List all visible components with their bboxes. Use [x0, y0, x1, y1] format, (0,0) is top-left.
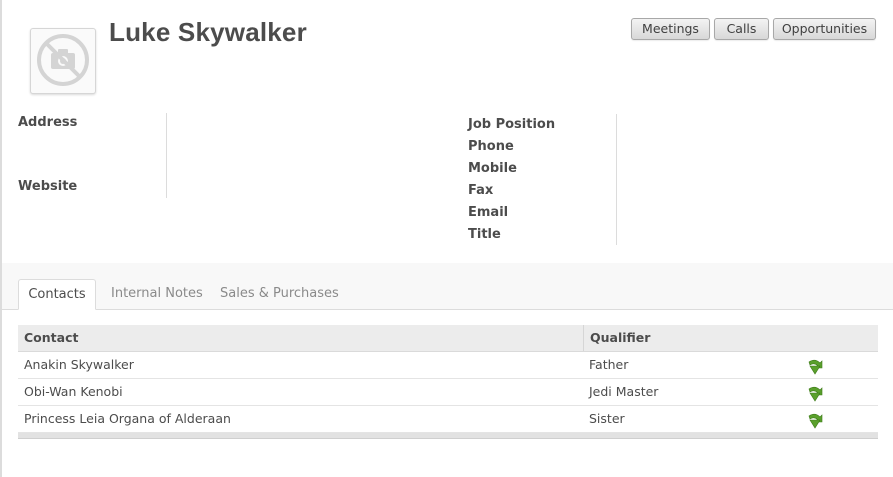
- tab-internal-notes[interactable]: Internal Notes: [111, 279, 203, 310]
- contacts-table: Contact Qualifier Anakin Skywalker Fathe…: [18, 325, 878, 439]
- table-row[interactable]: Princess Leia Organa of Alderaan Sister: [18, 406, 878, 433]
- website-label: Website: [18, 179, 78, 194]
- qualifier-cell: Sister: [589, 411, 625, 426]
- table-row[interactable]: Obi-Wan Kenobi Jedi Master: [18, 379, 878, 406]
- email-label: Email: [468, 205, 509, 220]
- fax-label: Fax: [468, 183, 494, 198]
- phone-label: Phone: [468, 139, 514, 154]
- partner-name: Luke Skywalker: [109, 17, 307, 47]
- green-arrow-open-icon[interactable]: [806, 358, 824, 376]
- table-footer: [18, 433, 878, 439]
- job-position-label: Job Position: [468, 117, 556, 132]
- left-border: [0, 0, 2, 477]
- table-header: Contact Qualifier: [18, 325, 878, 352]
- opportunities-button[interactable]: Opportunities: [773, 18, 876, 40]
- right-field-separator: [616, 114, 617, 245]
- column-header-contact[interactable]: Contact: [24, 325, 78, 351]
- green-arrow-open-icon[interactable]: [806, 412, 824, 430]
- partner-avatar[interactable]: [30, 28, 96, 94]
- left-field-separator: [166, 113, 167, 198]
- contact-cell: Anakin Skywalker: [24, 357, 134, 372]
- tab-sales-purchases[interactable]: Sales & Purchases: [220, 279, 339, 310]
- contact-cell: Obi-Wan Kenobi: [24, 384, 123, 399]
- column-divider: [583, 325, 584, 351]
- calls-button[interactable]: Calls: [714, 18, 769, 40]
- contact-cell: Princess Leia Organa of Alderaan: [24, 411, 231, 426]
- meetings-button[interactable]: Meetings: [631, 18, 710, 40]
- qualifier-cell: Jedi Master: [589, 384, 659, 399]
- column-header-qualifier[interactable]: Qualifier: [590, 325, 650, 351]
- address-label: Address: [18, 115, 78, 130]
- mobile-label: Mobile: [468, 161, 517, 176]
- tab-contacts[interactable]: Contacts: [18, 279, 96, 310]
- table-row[interactable]: Anakin Skywalker Father: [18, 352, 878, 379]
- title-label: Title: [468, 227, 501, 242]
- qualifier-cell: Father: [589, 357, 629, 372]
- camera-placeholder-icon: [37, 34, 89, 86]
- green-arrow-open-icon[interactable]: [806, 385, 824, 403]
